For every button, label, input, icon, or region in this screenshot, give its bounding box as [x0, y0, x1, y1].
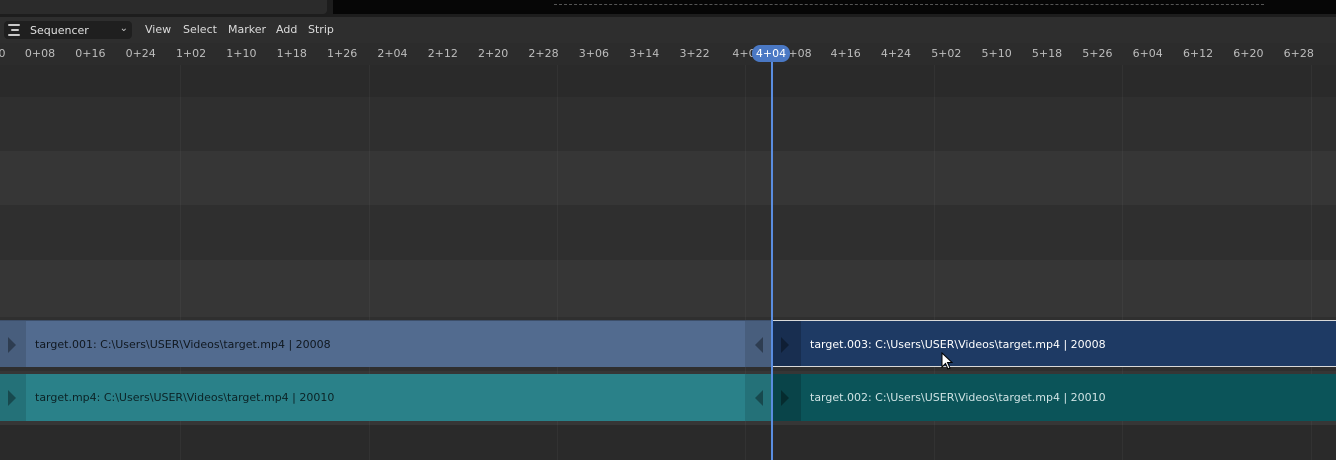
menu-view[interactable]: View	[145, 23, 171, 36]
ruler-tick-label: 2+12	[427, 47, 458, 60]
strip-label: target.003: C:\Users\USER\Videos\target.…	[810, 338, 1106, 351]
ruler-tick-label: 5+26	[1082, 47, 1113, 60]
ruler-tick-label: 5+02	[931, 47, 962, 60]
sequencer-icon	[8, 24, 22, 36]
channel-row	[0, 65, 1336, 97]
ruler-tick-label: 3+06	[578, 47, 609, 60]
ruler-tick-label: 5+18	[1031, 47, 1063, 60]
editor-type-dropdown[interactable]: Sequencer ⌄	[4, 21, 132, 39]
ruler-tick-label: 1+10	[226, 47, 257, 60]
mouse-cursor-icon	[941, 352, 953, 370]
strip-label: target.001: C:\Users\USER\Videos\target.…	[35, 338, 331, 351]
ruler-tick-label: 6+04	[1132, 47, 1163, 60]
top-right-panel	[333, 0, 1336, 14]
playhead-line[interactable]	[771, 62, 773, 460]
ruler-tick-label: 0	[0, 47, 6, 60]
triangle-right-icon	[8, 337, 16, 353]
editor-type-label: Sequencer	[30, 23, 89, 37]
ruler-tick-label: 4+24	[880, 47, 912, 60]
strip-target-001[interactable]: target.001: C:\Users\USER\Videos\target.…	[0, 320, 771, 367]
channel-row	[0, 425, 1336, 460]
channel-row	[0, 151, 1336, 205]
sequencer-header: Sequencer ⌄ View Select Marker Add Strip	[0, 17, 1336, 43]
ruler-tick-label: 0+16	[75, 47, 106, 60]
strip-left-handle[interactable]	[0, 374, 26, 421]
ruler-tick-label: 4+16	[830, 47, 861, 60]
ruler-tick-label: 2+04	[377, 47, 408, 60]
strip-target-003[interactable]: target.003: C:\Users\USER\Videos\target.…	[773, 320, 1336, 367]
menu-strip[interactable]: Strip	[308, 23, 334, 36]
ruler-tick-label: 1+18	[276, 47, 307, 60]
top-left-panel	[0, 0, 327, 14]
strip-left-handle[interactable]	[0, 321, 26, 367]
ruler-tick-label: 6+20	[1233, 47, 1264, 60]
strip-label: target.002: C:\Users\USER\Videos\target.…	[810, 391, 1106, 404]
ruler-tick-label: +08	[788, 47, 812, 60]
ruler-tick-label: 2+20	[478, 47, 509, 60]
strip-right-handle[interactable]	[745, 374, 771, 421]
ruler-tick-label: 1+26	[326, 47, 358, 60]
ruler-tick-label: 6+12	[1182, 47, 1214, 60]
triangle-left-icon	[755, 390, 763, 406]
ruler-tick-label: 2+28	[528, 47, 559, 60]
ruler-tick-label: 6+28	[1283, 47, 1314, 60]
top-editor-strip	[0, 0, 1336, 16]
ruler-tick-label: 0+08	[24, 47, 56, 60]
menu-marker[interactable]: Marker	[228, 23, 266, 36]
menu-select[interactable]: Select	[183, 23, 217, 36]
strip-target-mp4[interactable]: target.mp4: C:\Users\USER\Videos\target.…	[0, 374, 771, 421]
channel-row	[0, 260, 1336, 317]
strip-target-002[interactable]: target.002: C:\Users\USER\Videos\target.…	[773, 374, 1336, 421]
current-frame-badge[interactable]: 4+04	[752, 45, 790, 62]
chevron-down-icon: ⌄	[119, 23, 128, 34]
channel-row	[0, 205, 1336, 260]
triangle-right-icon	[781, 390, 789, 406]
triangle-right-icon	[8, 390, 16, 406]
channel-row	[0, 97, 1336, 151]
dashed-border	[554, 4, 1264, 5]
ruler-tick-label: 3+14	[629, 47, 660, 60]
strip-label: target.mp4: C:\Users\USER\Videos\target.…	[35, 391, 335, 404]
ruler-tick-label: 5+10	[981, 47, 1012, 60]
triangle-left-icon	[755, 337, 763, 353]
strip-right-handle[interactable]	[745, 321, 771, 367]
ruler-tick-label: 0+24	[125, 47, 156, 60]
ruler-tick-label: 1+02	[175, 47, 207, 60]
menu-add[interactable]: Add	[276, 23, 297, 36]
strip-left-handle[interactable]	[773, 321, 801, 366]
ruler-tick-label: 3+22	[679, 47, 710, 60]
timeline-ruler[interactable]: 0 0+08 0+16 0+24 1+02 1+10 1+18 1+26 2+04 2+12 2+2…	[0, 43, 1336, 65]
strip-left-handle[interactable]	[773, 374, 801, 421]
triangle-right-icon	[781, 337, 789, 353]
